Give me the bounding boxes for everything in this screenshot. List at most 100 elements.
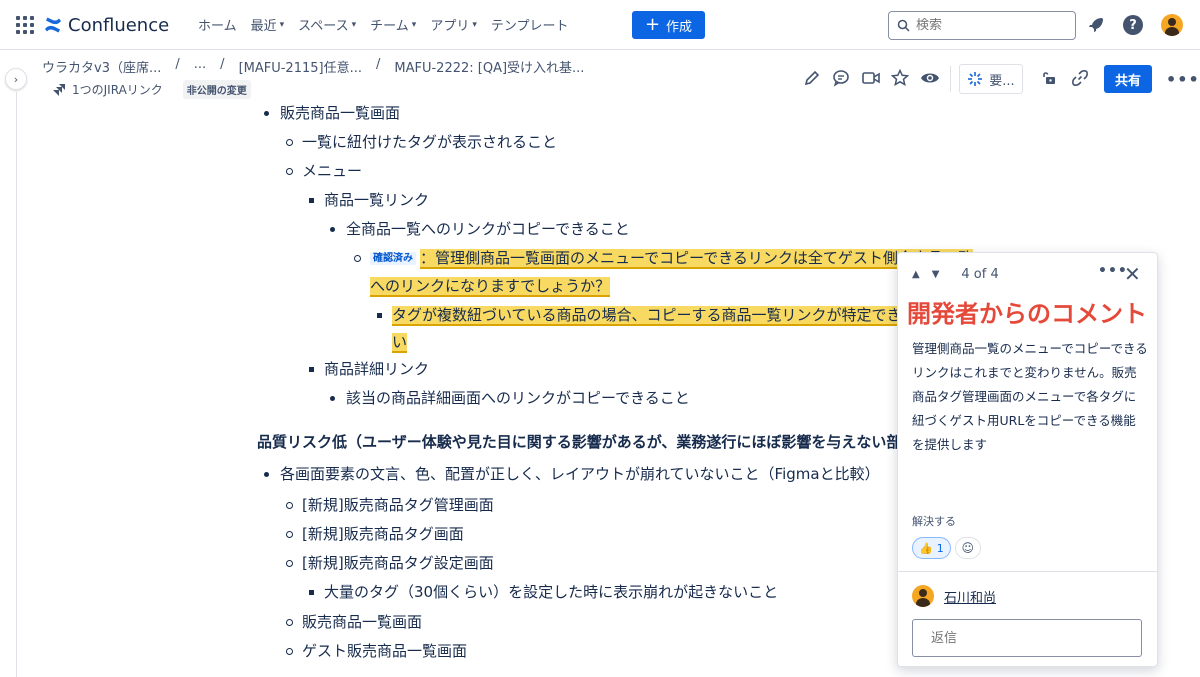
- section-heading: 品質リスク低（ユーザー体験や見た目に関する影響があるが、業務遂行にほぼ影響を与え…: [257, 433, 932, 451]
- inline-comment-item[interactable]: 確認済み ：管理側商品一覧画面のメニューでコピーできるリンクは全てゲスト側全商品一…: [354, 247, 973, 270]
- jira-link[interactable]: 1つのJIRAリンク: [72, 81, 163, 98]
- list-item: 各画面要素の文言、色、配置が正しく、レイアウトが崩れていないこと（Figmaと比…: [264, 463, 880, 485]
- nav-item-spaces[interactable]: スペース ▾: [298, 15, 356, 34]
- ai-button-label: 要...: [989, 73, 1015, 89]
- app-switcher-icon[interactable]: [16, 16, 34, 34]
- page-meta-row: 1つのJIRAリンク 非公開の変更: [52, 80, 251, 99]
- confluence-logo-icon: [45, 17, 61, 33]
- list-item-text: 該当の商品詳細画面へのリンクがコピーできること: [346, 389, 690, 407]
- link-icon[interactable]: [1068, 66, 1092, 90]
- nav-item-label: テンプレート: [490, 19, 569, 34]
- list-item: 一覧に紐付けたタグが表示されること: [285, 131, 558, 153]
- toolbar-divider: [950, 66, 951, 92]
- logo-text: Confluence: [68, 14, 170, 36]
- unlock-icon[interactable]: [1037, 66, 1061, 90]
- close-icon[interactable]: ✕: [1124, 262, 1141, 286]
- list-item: 大量のタグ（30個くらい）を設定した時に表示崩れが起きないこと: [308, 581, 779, 603]
- list-item-text: 販売商品一覧画面: [280, 104, 401, 122]
- list-item-text: [新規]販売商品タグ設定画面: [302, 554, 494, 572]
- watch-eye-icon[interactable]: [918, 66, 942, 90]
- breadcrumb-item[interactable]: ウラカタv3（座席...: [42, 57, 161, 76]
- author-name[interactable]: 石川和尚: [944, 587, 996, 606]
- chevron-down-icon[interactable]: ▼: [932, 269, 940, 280]
- list-item: 商品一覧リンク: [308, 189, 429, 211]
- list-item: [新規]販売商品タグ画面: [286, 523, 464, 545]
- nav-item-apps[interactable]: アプリ ▾: [430, 15, 477, 34]
- sparkle-icon: [968, 72, 983, 86]
- breadcrumb-item[interactable]: [MAFU-2115]任意...: [239, 57, 362, 76]
- list-item-text: 各画面要素の文言、色、配置が正しく、レイアウトが崩れていないこと（Figmaと比…: [280, 465, 880, 483]
- confirmed-status-badge: 確認済み: [370, 252, 416, 265]
- list-item: 販売商品一覧画面: [263, 102, 401, 124]
- nav-item-home[interactable]: ホーム: [198, 15, 237, 34]
- chevron-down-icon: ▾: [351, 19, 357, 30]
- more-actions-icon[interactable]: •••: [1166, 70, 1200, 89]
- breadcrumb-item[interactable]: ...: [194, 57, 206, 76]
- private-changes-badge: 非公開の変更: [182, 80, 251, 99]
- nav-item-label: ホーム: [198, 19, 237, 34]
- notifications-icon[interactable]: [1084, 13, 1108, 37]
- highlighted-text[interactable]: い: [392, 333, 408, 353]
- jira-icon: [53, 83, 65, 96]
- create-button[interactable]: + 作成: [632, 11, 705, 39]
- nav-item-templates[interactable]: テンプレート: [491, 15, 569, 34]
- breadcrumb-separator: /: [375, 57, 381, 72]
- question-icon: ?: [1123, 15, 1143, 35]
- breadcrumb: ウラカタv3（座席... / ... / [MAFU-2115]任意... / …: [42, 57, 584, 76]
- list-item: 商品詳細リンク: [308, 358, 429, 380]
- edit-icon[interactable]: [800, 66, 824, 90]
- breadcrumb-item[interactable]: MAFU-2222: [QA]受け入れ基...: [394, 57, 584, 76]
- nav-item-label: スペース: [298, 19, 349, 34]
- star-icon[interactable]: [888, 66, 912, 90]
- list-item: 該当の商品詳細画面へのリンクがコピーできること: [330, 387, 690, 409]
- top-navigation: Confluence ホーム 最近 ▾ スペース ▾ チーム ▾ アプリ ▾ テンプレー…: [0, 0, 1200, 50]
- list-item-text: ゲスト販売商品一覧画面: [302, 642, 468, 660]
- list-item-text: 一覧に紐付けたタグが表示されること: [302, 133, 558, 151]
- avatar-icon: [1161, 14, 1183, 36]
- avatar-icon: [912, 585, 934, 607]
- panel-divider: [898, 571, 1157, 572]
- inline-comment-item-continued[interactable]: い: [392, 331, 408, 353]
- inline-comment-panel: ▲ ▼ 4 of 4 ••• ✕ 開発者からのコメント 管理側商品一覧のメニュー…: [897, 252, 1158, 667]
- video-icon[interactable]: [859, 66, 883, 90]
- reply-input[interactable]: [912, 619, 1142, 657]
- nav-menu: ホーム 最近 ▾ スペース ▾ チーム ▾ アプリ ▾ テンプレート: [198, 15, 582, 34]
- chevron-down-icon: ▾: [279, 19, 285, 30]
- highlighted-text[interactable]: ：管理側商品一覧画面のメニューでコピーできるリンクは全てゲスト側全商品一覧: [420, 249, 973, 269]
- help-icon[interactable]: ?: [1121, 13, 1145, 37]
- confluence-logo[interactable]: Confluence: [44, 12, 169, 38]
- breadcrumb-separator: /: [175, 57, 180, 72]
- list-item: 全商品一覧へのリンクがコピーできること: [330, 218, 630, 240]
- list-item-text: 販売商品一覧画面: [302, 613, 423, 631]
- list-item: メニュー: [285, 160, 362, 182]
- ai-summarize-button[interactable]: 要...: [959, 64, 1023, 94]
- search-box[interactable]: [888, 11, 1076, 40]
- add-reaction-icon[interactable]: ☺: [954, 537, 981, 559]
- create-button-label: 作成: [666, 19, 693, 35]
- nav-item-label: 最近: [250, 19, 277, 34]
- chevron-up-icon[interactable]: ▲: [912, 269, 920, 280]
- share-button[interactable]: 共有: [1104, 65, 1152, 93]
- comment-navigation: ▲ ▼ 4 of 4: [912, 267, 999, 282]
- nav-item-recent[interactable]: 最近 ▾: [251, 15, 285, 34]
- resolve-button[interactable]: 解決する: [912, 513, 956, 529]
- chevron-down-icon: ▾: [472, 19, 477, 30]
- list-item-text: 大量のタグ（30個くらい）を設定した時に表示崩れが起きないこと: [324, 583, 779, 601]
- nav-item-teams[interactable]: チーム ▾: [370, 15, 416, 34]
- thumbs-up-reaction[interactable]: 👍 1: [912, 537, 951, 559]
- comment-icon[interactable]: [829, 66, 853, 90]
- highlighted-text[interactable]: へのリンクになりますでしょうか？: [370, 277, 611, 297]
- search-icon: [897, 19, 910, 32]
- search-input[interactable]: [916, 18, 1066, 33]
- list-item-text: [新規]販売商品タグ管理画面: [302, 496, 494, 514]
- sidebar-expand-button[interactable]: ›: [5, 68, 27, 90]
- sidebar-divider: [16, 92, 17, 677]
- nav-item-label: チーム: [370, 19, 409, 34]
- reactions-row: 👍 1 ☺: [912, 537, 981, 559]
- comment-title: 開発者からのコメント: [907, 300, 1147, 328]
- reaction-count: 1: [936, 541, 944, 555]
- comment-counter: 4 of 4: [961, 267, 999, 282]
- inline-comment-item-continued[interactable]: へのリンクになりますでしょうか？: [370, 275, 611, 297]
- list-item-text: [新規]販売商品タグ画面: [302, 525, 464, 543]
- profile-avatar[interactable]: [1160, 13, 1184, 37]
